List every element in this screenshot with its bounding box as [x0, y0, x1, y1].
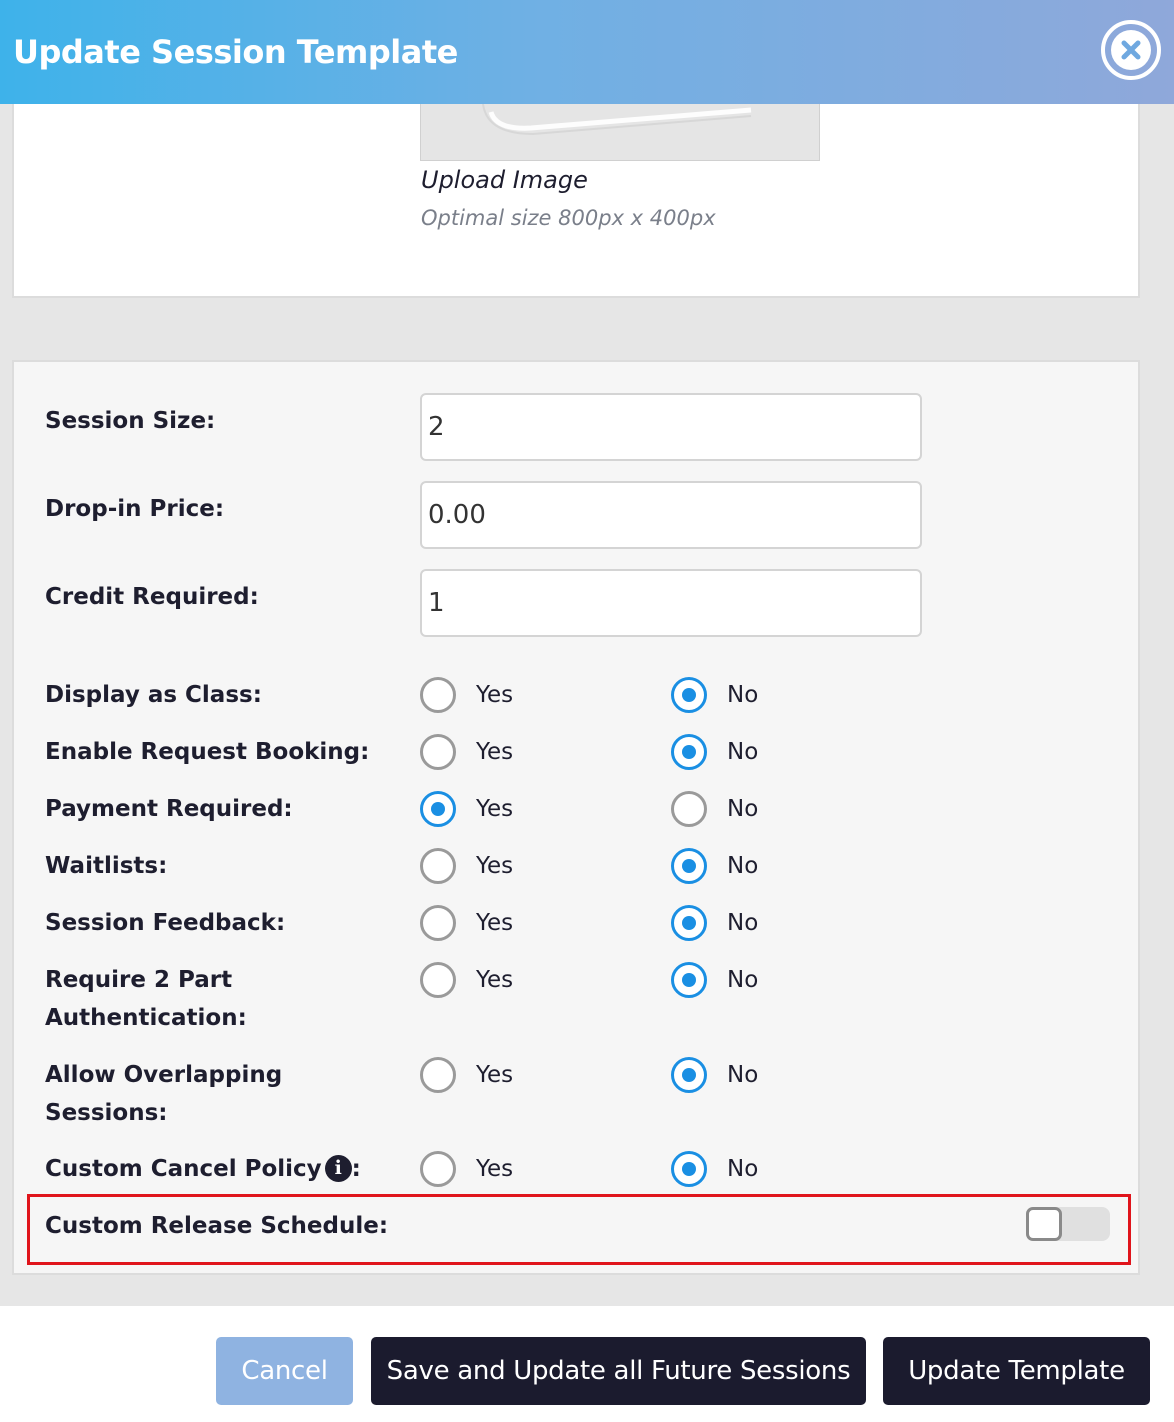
cancel-button[interactable]: Cancel — [216, 1337, 353, 1405]
session-feedback-yes-label: Yes — [476, 910, 514, 936]
custom-release-schedule-toggle[interactable] — [1026, 1207, 1110, 1241]
custom-cancel-policy-yes-radio[interactable] — [420, 1151, 456, 1187]
display-as-class-yes-label: Yes — [476, 682, 514, 708]
session-size-input[interactable] — [420, 393, 922, 461]
session-feedback-no-radio[interactable] — [671, 905, 707, 941]
session-feedback-yes-radio[interactable] — [420, 905, 456, 941]
allow-overlapping-yes-radio[interactable] — [420, 1057, 456, 1093]
waitlists-yes-label: Yes — [476, 853, 514, 879]
payment-required-no-label: No — [727, 796, 759, 822]
allow-overlapping-yes-label: Yes — [476, 1062, 514, 1088]
modal-title: Update Session Template — [13, 33, 458, 71]
dropin-price-input[interactable] — [420, 481, 922, 549]
image-upload-card: Upload Image Optimal size 800px x 400px — [12, 104, 1140, 298]
allow-overlapping-label-line2: Sessions: — [45, 1100, 168, 1126]
payment-required-yes-label: Yes — [476, 796, 514, 822]
require-2part-auth-label-line2: Authentication: — [45, 1005, 247, 1031]
waitlists-yes-radio[interactable] — [420, 848, 456, 884]
close-button[interactable] — [1101, 20, 1161, 80]
display-as-class-no-radio[interactable] — [671, 677, 707, 713]
payment-required-label: Payment Required: — [45, 796, 293, 822]
upload-image-link[interactable]: Upload Image — [421, 166, 588, 194]
modal-header: Update Session Template — [0, 0, 1174, 104]
close-icon — [1111, 30, 1151, 70]
allow-overlapping-label: Allow Overlapping Sessions: — [45, 1056, 282, 1132]
custom-cancel-policy-yes-label: Yes — [476, 1156, 514, 1182]
dropin-price-label: Drop-in Price: — [45, 496, 225, 522]
enable-request-booking-no-label: No — [727, 739, 759, 765]
update-template-button[interactable]: Update Template — [883, 1337, 1150, 1405]
credit-required-input[interactable] — [420, 569, 922, 637]
require-2part-auth-no-radio[interactable] — [671, 962, 707, 998]
session-feedback-no-label: No — [727, 910, 759, 936]
enable-request-booking-yes-radio[interactable] — [420, 734, 456, 770]
enable-request-booking-yes-label: Yes — [476, 739, 514, 765]
require-2part-auth-yes-radio[interactable] — [420, 962, 456, 998]
upload-size-hint: Optimal size 800px x 400px — [421, 206, 716, 230]
require-2part-auth-yes-label: Yes — [476, 967, 514, 993]
session-size-label: Session Size: — [45, 408, 216, 434]
payment-required-yes-radio[interactable] — [420, 791, 456, 827]
modal-footer: Cancel Save and Update all Future Sessio… — [0, 1306, 1174, 1422]
info-icon[interactable]: i — [324, 1155, 352, 1182]
display-as-class-no-label: No — [727, 682, 759, 708]
payment-required-no-radio[interactable] — [671, 791, 707, 827]
allow-overlapping-label-line1: Allow Overlapping — [45, 1062, 283, 1088]
waitlists-no-radio[interactable] — [671, 848, 707, 884]
waitlists-no-label: No — [727, 853, 759, 879]
allow-overlapping-no-radio[interactable] — [671, 1057, 707, 1093]
credit-required-label: Credit Required: — [45, 584, 259, 610]
custom-cancel-policy-label-colon: : — [351, 1156, 361, 1182]
custom-release-schedule-label: Custom Release Schedule: — [45, 1213, 389, 1239]
require-2part-auth-no-label: No — [727, 967, 759, 993]
custom-cancel-policy-label: Custom Cancel Policy i: — [45, 1150, 361, 1188]
session-feedback-label: Session Feedback: — [45, 910, 286, 936]
save-and-update-all-button[interactable]: Save and Update all Future Sessions — [371, 1337, 866, 1405]
toggle-knob — [1026, 1207, 1062, 1241]
custom-cancel-policy-label-text: Custom Cancel Policy — [45, 1156, 322, 1182]
enable-request-booking-no-radio[interactable] — [671, 734, 707, 770]
display-as-class-yes-radio[interactable] — [420, 677, 456, 713]
display-as-class-label: Display as Class: — [45, 682, 262, 708]
custom-cancel-policy-no-radio[interactable] — [671, 1151, 707, 1187]
allow-overlapping-no-label: No — [727, 1062, 759, 1088]
waitlists-label: Waitlists: — [45, 853, 168, 879]
custom-cancel-policy-no-label: No — [727, 1156, 759, 1182]
session-settings-card: Session Size: Drop-in Price: Credit Requ… — [12, 360, 1140, 1275]
image-preview — [420, 104, 820, 161]
require-2part-auth-label-line1: Require 2 Part — [45, 967, 233, 993]
enable-request-booking-label: Enable Request Booking: — [45, 739, 370, 765]
require-2part-auth-label: Require 2 Part Authentication: — [45, 961, 247, 1037]
